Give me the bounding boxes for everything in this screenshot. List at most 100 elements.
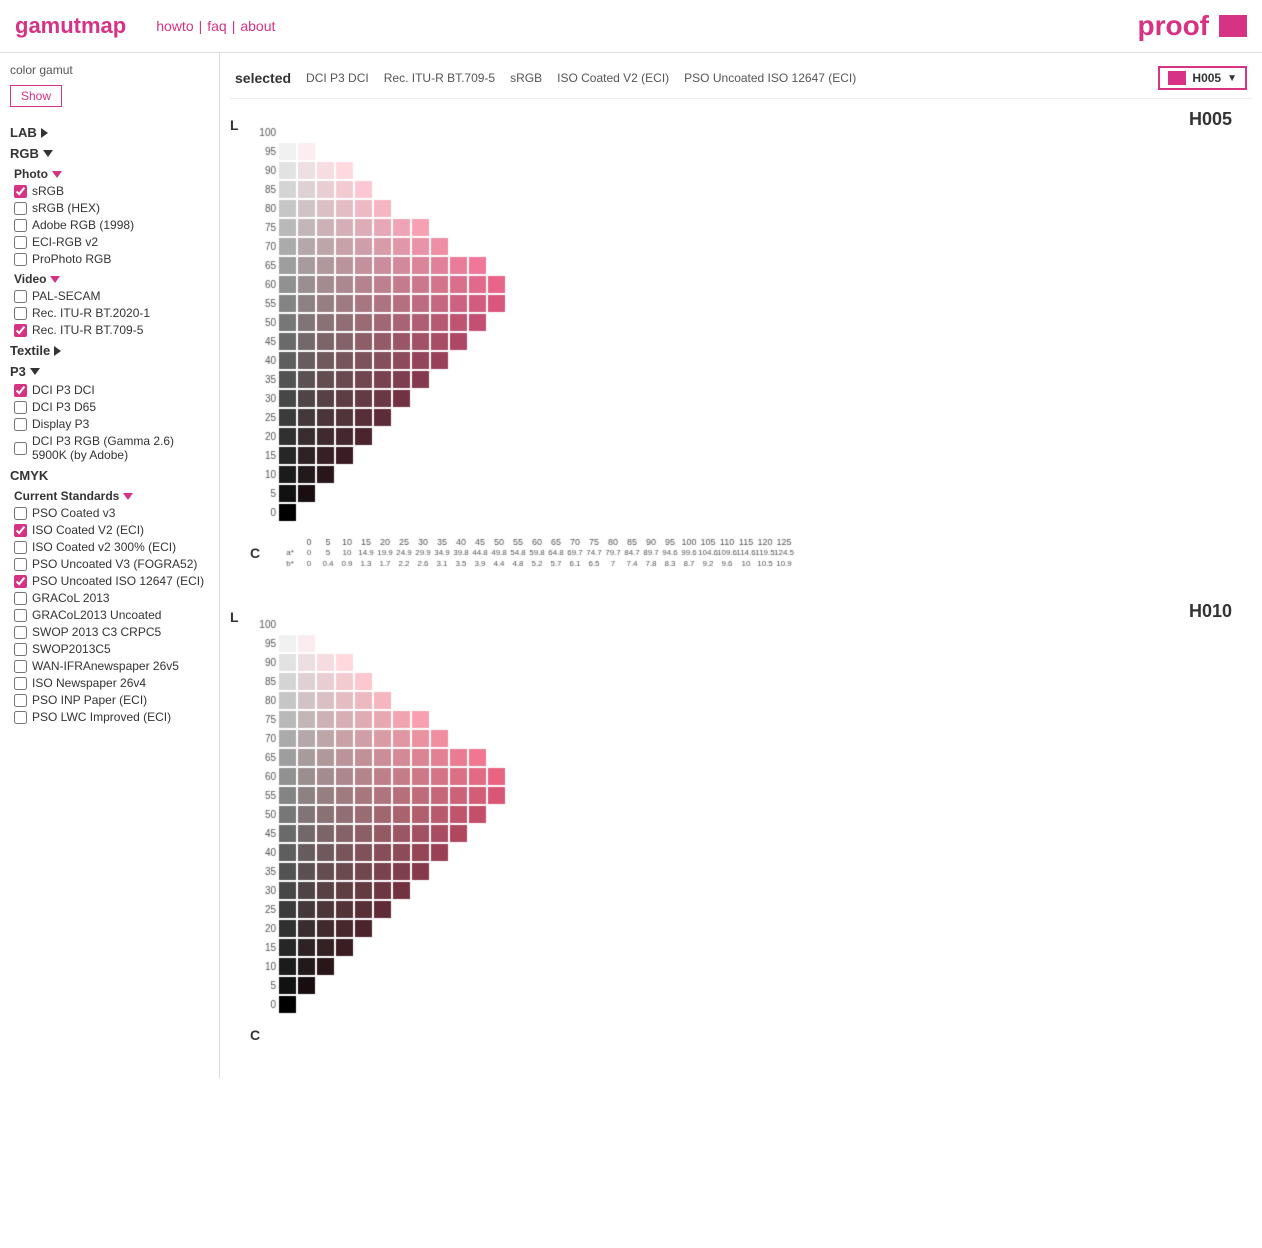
checkbox-pso-uncoated-iso[interactable]: PSO Uncoated ISO 12647 (ECI): [14, 574, 209, 588]
sidebar-section-textile[interactable]: Textile: [10, 343, 209, 358]
bt2020-label: Rec. ITU-R BT.2020-1: [32, 306, 150, 320]
display-p3-label: Display P3: [32, 417, 89, 431]
h005-chart-canvas: [244, 109, 1224, 529]
dci-p3-dci-label: DCI P3 DCI: [32, 383, 95, 397]
pso-coated-v3-label: PSO Coated v3: [32, 506, 115, 520]
swop-2013-checkbox[interactable]: [14, 626, 27, 639]
subsection-current-standards[interactable]: Current Standards: [14, 489, 209, 503]
prophoto-checkbox[interactable]: [14, 253, 27, 266]
srgb-hex-checkbox[interactable]: [14, 202, 27, 215]
nav-about[interactable]: about: [240, 18, 275, 34]
hue-color-swatch: [1168, 71, 1186, 85]
display-p3-checkbox[interactable]: [14, 418, 27, 431]
gamut-tag-3: ISO Coated V2 (ECI): [557, 71, 669, 85]
checkbox-wan-ifra[interactable]: WAN-IFRAnewspaper 26v5: [14, 659, 209, 673]
h010-chart-canvas: [244, 601, 1224, 1021]
bt2020-checkbox[interactable]: [14, 307, 27, 320]
nav-sep1: |: [199, 18, 203, 34]
sidebar-section-cmyk[interactable]: CMYK: [10, 468, 209, 483]
iso-coated-v2-300-checkbox[interactable]: [14, 541, 27, 554]
nav-howto[interactable]: howto: [156, 18, 193, 34]
dci-p3-rgb-label: DCI P3 RGB (Gamma 2.6) 5900K (by Adobe): [32, 434, 209, 462]
iso-coated-v2-checkbox[interactable]: [14, 524, 27, 537]
hue-selector[interactable]: H005 ▼: [1158, 66, 1247, 90]
srgb-checkbox[interactable]: [14, 185, 27, 198]
sidebar-section-lab[interactable]: LAB: [10, 125, 209, 140]
gracol-2013-checkbox[interactable]: [14, 592, 27, 605]
gracol-2013-label: GRACoL 2013: [32, 591, 110, 605]
checkbox-pal-secam[interactable]: PAL-SECAM: [14, 289, 209, 303]
pso-uncoated-v3-label: PSO Uncoated V3 (FOGRA52): [32, 557, 197, 571]
eci-rgb-checkbox[interactable]: [14, 236, 27, 249]
sidebar: color gamut Show LAB RGB Photo sRGB sRGB…: [0, 53, 220, 1078]
checkbox-gracol-2013[interactable]: GRACoL 2013: [14, 591, 209, 605]
hue-label: H005: [1192, 71, 1221, 85]
checkbox-iso-coated-v2-300[interactable]: ISO Coated v2 300% (ECI): [14, 540, 209, 554]
swop2013c5-checkbox[interactable]: [14, 643, 27, 656]
checkbox-dci-p3-d65[interactable]: DCI P3 D65: [14, 400, 209, 414]
nav-sep2: |: [232, 18, 236, 34]
checkbox-srgb-hex[interactable]: sRGB (HEX): [14, 201, 209, 215]
checkbox-gracol2013-uncoated[interactable]: GRACoL2013 Uncoated: [14, 608, 209, 622]
prophoto-label: ProPhoto RGB: [32, 252, 111, 266]
bt709-checkbox[interactable]: [14, 324, 27, 337]
checkbox-srgb[interactable]: sRGB: [14, 184, 209, 198]
pso-uncoated-iso-checkbox[interactable]: [14, 575, 27, 588]
gamut-tags: DCI P3 DCI Rec. ITU-R BT.709-5 sRGB ISO …: [306, 71, 856, 85]
app-logo: gamutmap: [15, 13, 126, 39]
chart-h005: L H005 C: [230, 109, 1252, 571]
checkbox-pso-inp[interactable]: PSO INP Paper (ECI): [14, 693, 209, 707]
checkbox-adobe-rgb[interactable]: Adobe RGB (1998): [14, 218, 209, 232]
checkbox-pso-coated-v3[interactable]: PSO Coated v3: [14, 506, 209, 520]
photo-label: Photo: [14, 167, 48, 181]
swop-2013-label: SWOP 2013 C3 CRPC5: [32, 625, 161, 639]
textile-expand-icon: [54, 346, 61, 356]
sidebar-section-rgb[interactable]: RGB: [10, 146, 209, 161]
chart-h010: L H010 C: [230, 601, 1252, 1043]
checkbox-iso-coated-v2[interactable]: ISO Coated V2 (ECI): [14, 523, 209, 537]
iso-newspaper-checkbox[interactable]: [14, 677, 27, 690]
wan-ifra-checkbox[interactable]: [14, 660, 27, 673]
textile-label: Textile: [10, 343, 50, 358]
adobe-rgb-label: Adobe RGB (1998): [32, 218, 134, 232]
checkbox-dci-p3-dci[interactable]: DCI P3 DCI: [14, 383, 209, 397]
checkbox-prophoto[interactable]: ProPhoto RGB: [14, 252, 209, 266]
h005-l-axis-label: L: [230, 117, 239, 133]
current-standards-expand-icon: [123, 493, 133, 500]
eci-rgb-label: ECI-RGB v2: [32, 235, 98, 249]
current-standards-label: Current Standards: [14, 489, 119, 503]
swop2013c5-label: SWOP2013C5: [32, 642, 111, 656]
dci-p3-d65-checkbox[interactable]: [14, 401, 27, 414]
show-button[interactable]: Show: [10, 85, 62, 107]
adobe-rgb-checkbox[interactable]: [14, 219, 27, 232]
pso-coated-v3-checkbox[interactable]: [14, 507, 27, 520]
checkbox-pso-uncoated-v3[interactable]: PSO Uncoated V3 (FOGRA52): [14, 557, 209, 571]
nav-faq[interactable]: faq: [207, 18, 226, 34]
dci-p3-dci-checkbox[interactable]: [14, 384, 27, 397]
pso-lwc-checkbox[interactable]: [14, 711, 27, 724]
checkbox-bt709[interactable]: Rec. ITU-R BT.709-5: [14, 323, 209, 337]
checkbox-display-p3[interactable]: Display P3: [14, 417, 209, 431]
wan-ifra-label: WAN-IFRAnewspaper 26v5: [32, 659, 179, 673]
pso-inp-checkbox[interactable]: [14, 694, 27, 707]
dci-p3-rgb-checkbox[interactable]: [14, 442, 27, 455]
sidebar-section-p3[interactable]: P3: [10, 364, 209, 379]
h010-chart-title: H010: [1189, 601, 1232, 622]
checkbox-iso-newspaper[interactable]: ISO Newspaper 26v4: [14, 676, 209, 690]
subsection-photo[interactable]: Photo: [14, 167, 209, 181]
checkbox-eci-rgb[interactable]: ECI-RGB v2: [14, 235, 209, 249]
h010-l-axis-label: L: [230, 609, 239, 625]
srgb-hex-label: sRGB (HEX): [32, 201, 100, 215]
hue-dropdown-arrow[interactable]: ▼: [1227, 73, 1237, 84]
checkbox-swop-2013[interactable]: SWOP 2013 C3 CRPC5: [14, 625, 209, 639]
pal-secam-checkbox[interactable]: [14, 290, 27, 303]
gracol2013-uncoated-checkbox[interactable]: [14, 609, 27, 622]
checkbox-swop2013c5[interactable]: SWOP2013C5: [14, 642, 209, 656]
proof-color-swatch: [1219, 15, 1247, 37]
checkbox-bt2020[interactable]: Rec. ITU-R BT.2020-1: [14, 306, 209, 320]
subsection-video[interactable]: Video: [14, 272, 209, 286]
checkbox-dci-p3-rgb[interactable]: DCI P3 RGB (Gamma 2.6) 5900K (by Adobe): [14, 434, 209, 462]
lab-label: LAB: [10, 125, 37, 140]
checkbox-pso-lwc[interactable]: PSO LWC Improved (ECI): [14, 710, 209, 724]
pso-uncoated-v3-checkbox[interactable]: [14, 558, 27, 571]
